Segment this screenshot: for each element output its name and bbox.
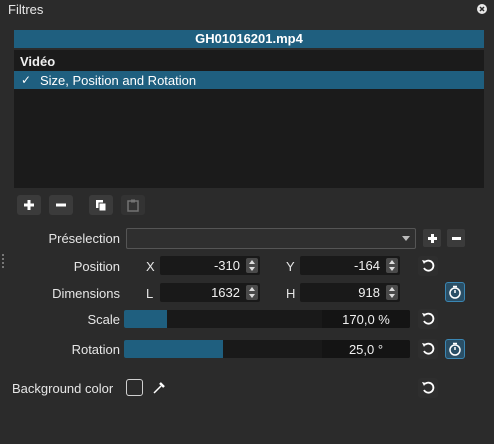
chevron-down-icon	[402, 236, 410, 241]
dimensions-label: Dimensions	[52, 286, 120, 301]
scale-reset-button[interactable]	[418, 309, 438, 329]
spin-arrows-icon[interactable]	[386, 258, 398, 273]
spin-arrows-icon[interactable]	[246, 258, 258, 273]
color-picker-button[interactable]	[150, 379, 168, 397]
background-color-label: Background color	[12, 381, 114, 396]
position-y-label: Y	[286, 259, 295, 274]
close-button[interactable]	[476, 3, 488, 15]
remove-preset-button[interactable]	[447, 229, 465, 247]
preset-select[interactable]	[126, 228, 416, 249]
scale-label: Scale	[87, 312, 120, 327]
plus-icon	[427, 233, 437, 243]
remove-filter-button[interactable]	[49, 195, 73, 215]
copy-filter-button[interactable]	[89, 195, 113, 215]
minus-icon	[451, 236, 461, 240]
width-spinbox[interactable]: 1632	[160, 283, 260, 302]
paste-filter-button[interactable]	[121, 195, 145, 215]
width-value: 1632	[211, 285, 240, 300]
rotation-label: Rotation	[71, 342, 120, 357]
spin-arrows-icon[interactable]	[246, 285, 258, 300]
copy-icon	[96, 199, 107, 211]
scale-slider[interactable]: 170,0 %	[124, 310, 410, 328]
reset-icon	[422, 342, 435, 355]
filter-item-size-position-rotation[interactable]: ✓ Size, Position and Rotation	[14, 71, 484, 89]
reset-icon	[422, 259, 435, 272]
background-reset-button[interactable]	[418, 378, 438, 398]
eyedropper-icon	[153, 382, 165, 394]
position-label: Position	[73, 259, 120, 274]
minus-icon	[56, 203, 66, 207]
filter-list-panel: Vidéo ✓ Size, Position and Rotation	[14, 50, 484, 188]
height-spinbox[interactable]: 918	[300, 283, 400, 302]
window-title: Filtres	[8, 2, 44, 17]
height-value: 918	[358, 285, 380, 300]
rotation-reset-button[interactable]	[418, 339, 438, 359]
position-y-value: -164	[353, 258, 380, 273]
position-reset-button[interactable]	[418, 256, 438, 276]
add-preset-button[interactable]	[423, 229, 441, 247]
file-name-header: GH01016201.mp4	[14, 30, 484, 48]
dimensions-keyframe-button[interactable]	[445, 282, 465, 302]
reset-icon	[422, 312, 435, 325]
position-x-value: -310	[213, 258, 240, 273]
stopwatch-icon	[449, 285, 461, 299]
position-y-spinbox[interactable]: -164	[300, 256, 400, 275]
spin-arrows-icon[interactable]	[386, 285, 398, 300]
position-x-spinbox[interactable]: -310	[160, 256, 260, 275]
close-icon	[477, 4, 487, 14]
scale-fill	[124, 310, 167, 328]
reset-icon	[422, 381, 435, 394]
scale-value[interactable]: 170,0 %	[322, 310, 410, 328]
filter-enabled-checkbox[interactable]: ✓	[20, 73, 32, 87]
position-x-label: X	[146, 259, 155, 274]
rotation-fill	[124, 340, 223, 358]
filter-item-label: Size, Position and Rotation	[40, 72, 197, 88]
filter-category-label: Vidéo	[20, 54, 56, 69]
preset-label: Préselection	[48, 231, 120, 246]
background-color-swatch[interactable]	[126, 379, 143, 396]
width-label: L	[146, 286, 154, 301]
stopwatch-icon	[449, 342, 461, 356]
rotation-keyframe-button[interactable]	[445, 339, 465, 359]
plus-icon	[24, 200, 34, 210]
rotation-value[interactable]: 25,0 °	[322, 340, 410, 358]
resize-handle[interactable]	[2, 254, 6, 268]
paste-icon	[127, 199, 139, 212]
height-label: H	[286, 286, 296, 301]
add-filter-button[interactable]	[17, 195, 41, 215]
rotation-slider[interactable]: 25,0 °	[124, 340, 410, 358]
